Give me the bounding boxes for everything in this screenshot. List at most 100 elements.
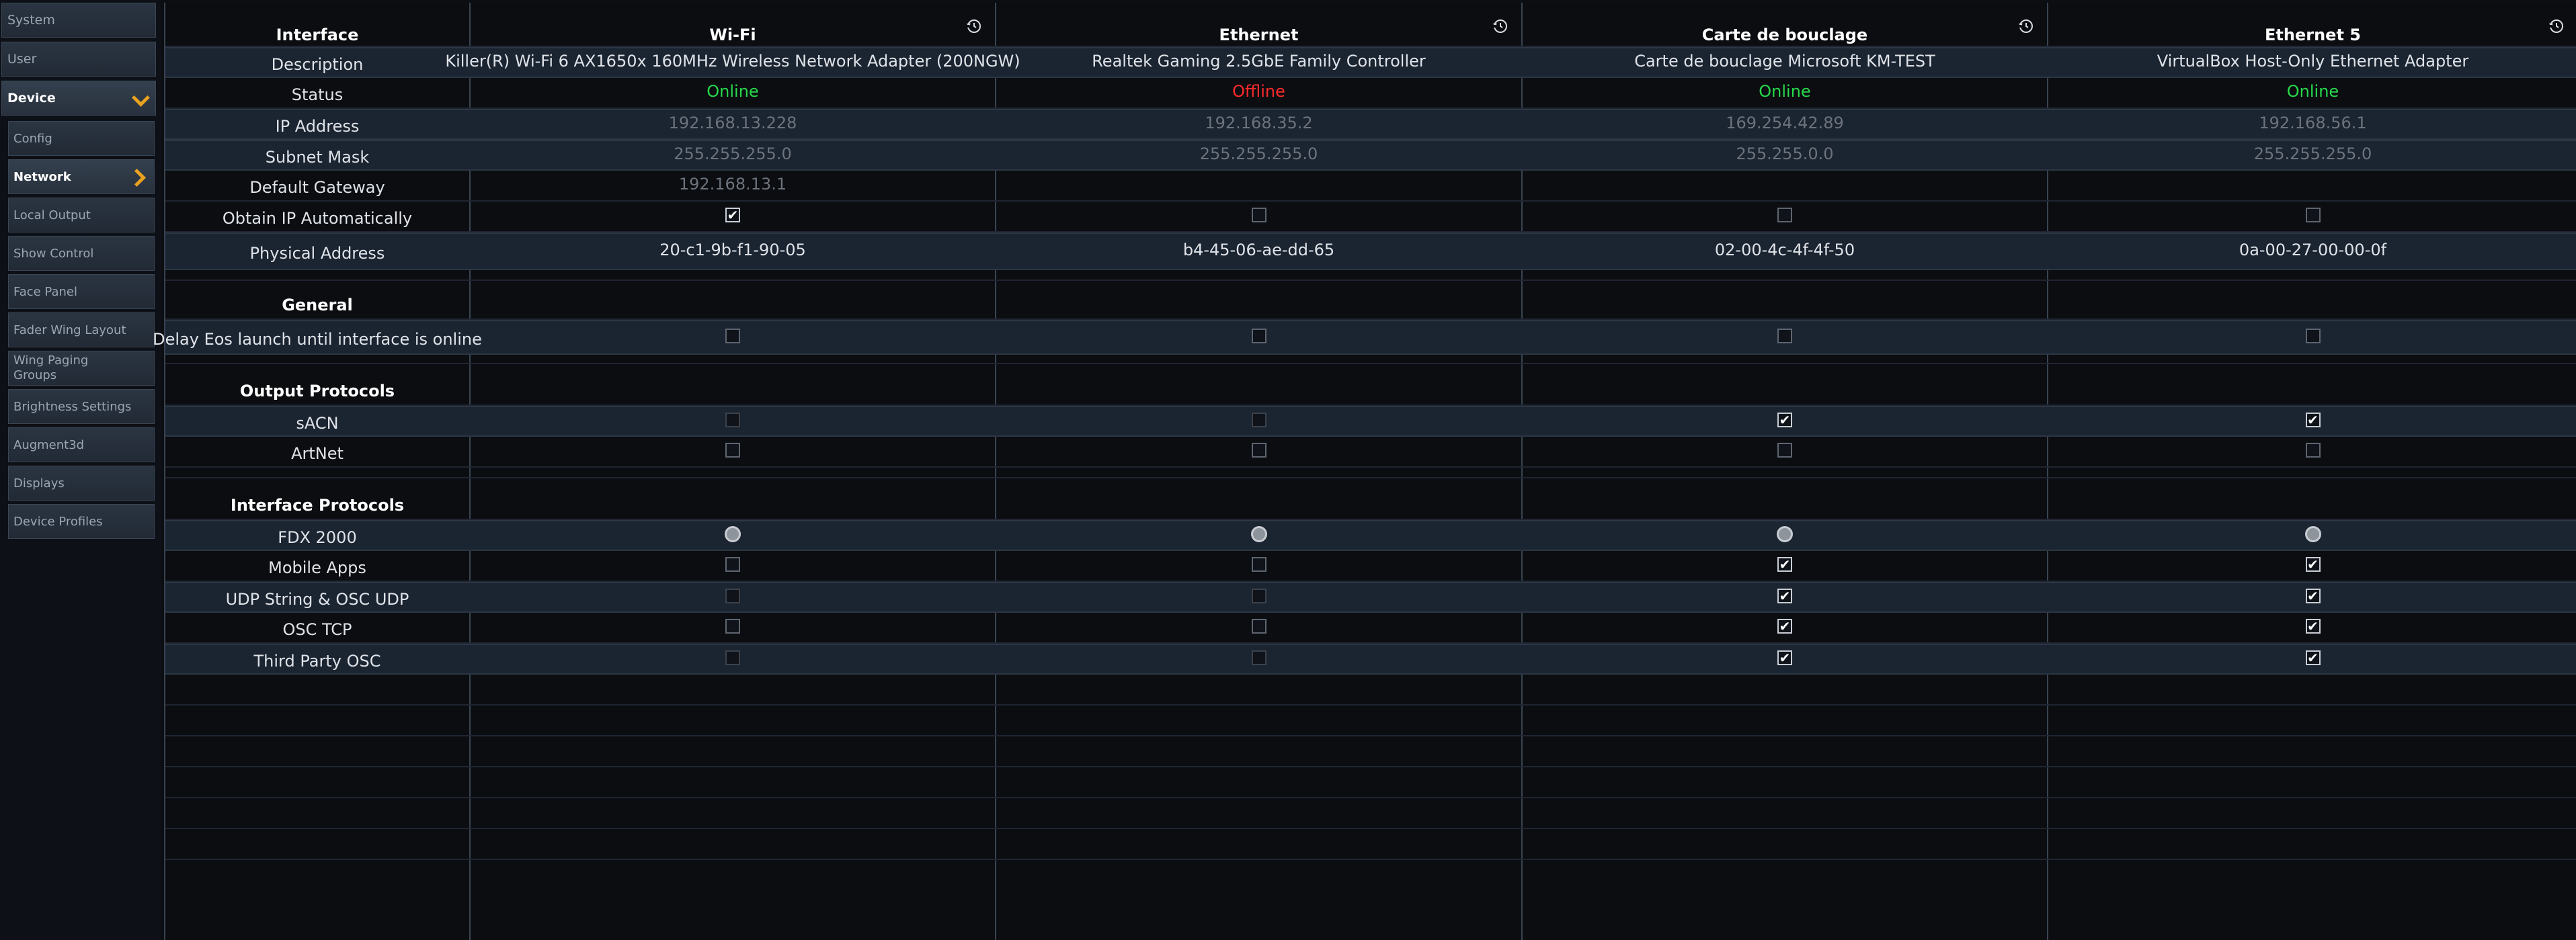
mac-value: 0a-00-27-00-00-0f xyxy=(2239,241,2387,259)
checkbox-icon[interactable] xyxy=(1251,557,1266,572)
checkbox-icon[interactable] xyxy=(1777,329,1792,343)
radio-icon[interactable] xyxy=(725,526,741,542)
checkbox-icon[interactable] xyxy=(725,619,740,634)
checkbox-icon[interactable] xyxy=(2305,208,2321,222)
empty-row xyxy=(165,798,2576,829)
section-heading: Output Protocols xyxy=(239,382,395,400)
obtain-cell xyxy=(2048,202,2576,231)
checkbox-icon[interactable]: ✔ xyxy=(2305,557,2321,572)
checkbox-icon[interactable] xyxy=(725,557,740,572)
checkbox-icon[interactable] xyxy=(1251,208,1266,222)
obtain-row: Obtain IP Automatically ✔ xyxy=(165,202,2576,232)
column-header-label: Ethernet xyxy=(1219,26,1299,44)
checkbox-icon[interactable]: ✔ xyxy=(1777,619,1792,634)
sacn-row: sACN ✔ ✔ xyxy=(165,406,2576,437)
mac-value: 20-c1-9b-f1-90-05 xyxy=(659,241,806,259)
empty-row xyxy=(165,675,2576,706)
mac-row: Physical Address 20-c1-9b-f1-90-05 b4-45-0… xyxy=(165,232,2576,270)
sidebar-item-label: Augment3d xyxy=(13,437,85,452)
reset-history-icon[interactable] xyxy=(1492,17,1509,35)
checkbox-icon[interactable]: ✔ xyxy=(1777,650,1792,665)
checkbox-icon[interactable] xyxy=(1251,413,1266,427)
column-header-label: Wi-Fi xyxy=(709,26,756,44)
checkbox-icon[interactable]: ✔ xyxy=(1777,589,1792,603)
delay-cell xyxy=(471,321,995,353)
sidebar-item-displays[interactable]: Displays xyxy=(8,466,155,501)
radio-icon[interactable] xyxy=(1777,526,1793,542)
empty-row xyxy=(165,355,2576,364)
sidebar-item-user[interactable]: User xyxy=(1,42,156,77)
checkbox-icon[interactable]: ✔ xyxy=(2305,589,2321,603)
checkbox-icon[interactable] xyxy=(2305,329,2321,343)
column-header: Ethernet 5 xyxy=(2048,3,2576,46)
checkbox-icon[interactable] xyxy=(725,443,740,458)
sidebar-item-device-profiles[interactable]: Device Profiles xyxy=(8,504,155,539)
sidebar-item-augment3d[interactable]: Augment3d xyxy=(8,427,155,462)
sacn-cell xyxy=(471,407,995,435)
reset-history-icon[interactable] xyxy=(2017,17,2035,35)
fdx-cell xyxy=(2048,521,2576,550)
checkbox-icon[interactable]: ✔ xyxy=(2305,650,2321,665)
reset-history-icon[interactable] xyxy=(2548,17,2565,35)
sidebar-item-device[interactable]: Device xyxy=(1,81,156,116)
checkbox-icon[interactable] xyxy=(1251,650,1266,665)
checkbox-icon[interactable] xyxy=(1251,619,1266,634)
checkbox-icon[interactable] xyxy=(2305,443,2321,458)
sidebar-item-brightness-settings[interactable]: Brightness Settings xyxy=(8,389,155,424)
sacn-cell: ✔ xyxy=(2048,407,2576,435)
sidebar-item-label: Local Output xyxy=(13,208,91,222)
sidebar-item-system[interactable]: System xyxy=(1,3,156,38)
row-label: Obtain IP Automatically xyxy=(222,209,413,228)
ip-value: 192.168.13.228 xyxy=(668,114,797,132)
empty-row xyxy=(165,706,2576,736)
sidebar-item-local-output[interactable]: Local Output xyxy=(8,198,155,232)
radio-icon[interactable] xyxy=(2304,526,2321,542)
sidebar-item-face-panel[interactable]: Face Panel xyxy=(8,274,155,309)
checkbox-icon[interactable] xyxy=(1251,443,1266,458)
ip-value: 192.168.56.1 xyxy=(2259,114,2367,132)
checkbox-icon[interactable]: ✔ xyxy=(1777,557,1792,572)
checkbox-icon[interactable] xyxy=(1777,443,1792,458)
osctcp-cell: ✔ xyxy=(2048,613,2576,642)
status-value: Offline xyxy=(1232,82,1285,101)
mobile-cell: ✔ xyxy=(2048,551,2576,581)
checkbox-icon[interactable]: ✔ xyxy=(2305,619,2321,634)
reset-history-icon[interactable] xyxy=(965,17,983,35)
sidebar-item-label: Device Profiles xyxy=(13,514,103,529)
artnet-cell xyxy=(1523,437,2047,466)
checkbox-icon[interactable] xyxy=(725,413,740,427)
delay-row: Delay Eos launch until interface is onli… xyxy=(153,320,2576,355)
sidebar-item-label: Fader Wing Layout xyxy=(13,323,126,337)
row-label: sACN xyxy=(296,414,339,433)
checkbox-icon[interactable]: ✔ xyxy=(1777,413,1792,427)
checkbox-icon[interactable] xyxy=(725,589,740,603)
thirdparty-cell xyxy=(996,645,1521,673)
sidebar-item-label: Config xyxy=(13,131,52,146)
checkbox-icon[interactable] xyxy=(1251,589,1266,603)
ip-value: 192.168.35.2 xyxy=(1205,114,1313,132)
mask-value: 255.255.0.0 xyxy=(1736,144,1834,163)
radio-icon[interactable] xyxy=(1250,526,1267,542)
checkbox-icon[interactable]: ✔ xyxy=(725,208,740,222)
checkbox-icon[interactable] xyxy=(1251,329,1266,343)
row-label: Mobile Apps xyxy=(268,558,366,577)
thirdparty-cell: ✔ xyxy=(2048,645,2576,673)
udp-row: UDP String & OSC UDP ✔ ✔ xyxy=(165,582,2576,613)
checkbox-icon[interactable]: ✔ xyxy=(2305,413,2321,427)
empty-row xyxy=(165,767,2576,798)
sidebar-item-network[interactable]: Network xyxy=(8,159,155,194)
section-heading: Interface Protocols xyxy=(230,496,405,515)
sidebar-item-fader-wing-layout[interactable]: Fader Wing Layout xyxy=(8,312,155,347)
checkbox-icon[interactable] xyxy=(725,650,740,665)
checkbox-icon[interactable] xyxy=(725,329,740,343)
sidebar-item-wing-paging-groups[interactable]: Wing Paging Groups xyxy=(8,351,155,386)
row-label: Physical Address xyxy=(249,244,385,263)
sidebar-item-show-control[interactable]: Show Control xyxy=(8,236,155,271)
sidebar-item-config[interactable]: Config xyxy=(8,121,155,156)
artnet-cell xyxy=(996,437,1521,466)
mask-value: 255.255.255.0 xyxy=(1199,144,1318,163)
thirdparty-cell xyxy=(471,645,995,673)
artnet-cell xyxy=(471,437,995,466)
thirdparty-row: Third Party OSC ✔ ✔ xyxy=(165,644,2576,675)
checkbox-icon[interactable] xyxy=(1777,208,1792,222)
